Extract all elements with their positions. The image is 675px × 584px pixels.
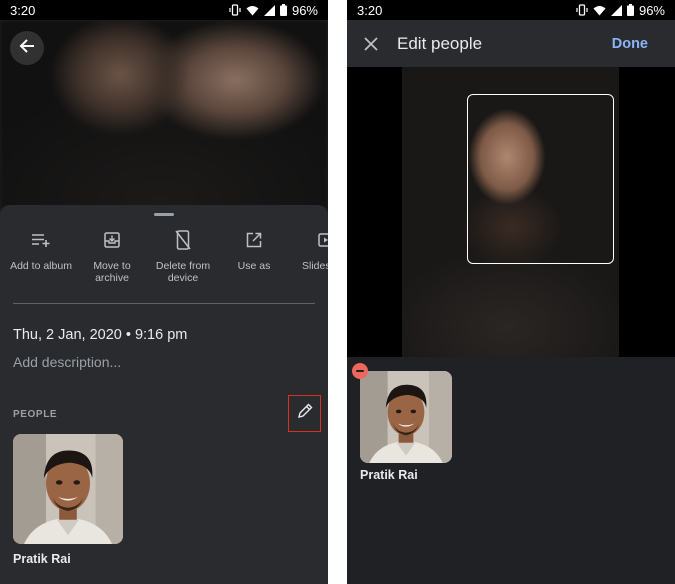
arrow-back-icon xyxy=(19,38,35,59)
status-time: 3:20 xyxy=(357,2,383,18)
playlist-add-icon xyxy=(5,227,77,253)
phone-delete-icon xyxy=(147,227,219,253)
action-label: Use as xyxy=(237,260,271,272)
person-name: Pratik Rai xyxy=(360,468,418,482)
face-detection-box[interactable] xyxy=(467,94,614,264)
status-bar: 3:20 96% xyxy=(0,0,328,20)
people-section-header: PEOPLE xyxy=(13,409,58,420)
open-external-icon xyxy=(218,227,290,253)
wifi-icon xyxy=(593,5,606,16)
app-bar: Edit people Done xyxy=(347,20,675,67)
signal-icon xyxy=(610,4,622,16)
action-label: Delete from device xyxy=(155,260,211,284)
remove-person-button[interactable] xyxy=(352,363,368,379)
person-name: Pratik Rai xyxy=(13,552,71,566)
add-to-album-button[interactable]: Add to album xyxy=(5,227,77,272)
action-label: Slides xyxy=(302,260,328,272)
person-face-thumbnail[interactable] xyxy=(13,434,123,544)
vibrate-icon xyxy=(229,4,241,16)
action-label: Add to album xyxy=(10,260,72,272)
wifi-icon xyxy=(246,5,259,16)
done-button[interactable]: Done xyxy=(612,36,648,52)
battery-percent: 96% xyxy=(291,2,318,18)
person-face-thumbnail[interactable] xyxy=(360,371,452,463)
page-title: Edit people xyxy=(397,34,483,53)
photo xyxy=(402,67,619,357)
photo-background xyxy=(0,20,328,210)
archive-icon xyxy=(76,227,148,253)
battery-percent: 96% xyxy=(638,2,665,18)
action-label: Move to archive xyxy=(93,260,131,284)
move-to-archive-button[interactable]: Move to archive xyxy=(76,227,148,284)
photo-info-screen: 3:20 96% Add to album Move to archive De… xyxy=(0,0,328,584)
status-time: 3:20 xyxy=(10,2,36,18)
signal-icon xyxy=(263,4,275,16)
edit-people-button[interactable] xyxy=(288,395,321,432)
vibrate-icon xyxy=(576,4,588,16)
photo-viewer xyxy=(347,67,675,357)
info-sheet: Add to album Move to archive Delete from… xyxy=(0,205,328,584)
pencil-icon xyxy=(297,403,313,424)
close-button[interactable] xyxy=(360,33,382,55)
slideshow-icon xyxy=(302,227,328,253)
battery-icon xyxy=(626,4,634,16)
back-button[interactable] xyxy=(10,31,44,65)
battery-icon xyxy=(279,4,287,16)
drag-handle[interactable] xyxy=(154,213,174,216)
action-row: Add to album Move to archive Delete from… xyxy=(0,227,328,297)
slideshow-button[interactable]: Slides xyxy=(289,227,328,272)
status-bar: 3:20 96% xyxy=(347,0,675,20)
photo-datetime[interactable]: Thu, 2 Jan, 2020 • 9:16 pm xyxy=(13,327,187,343)
edit-people-screen: 3:20 96% Edit people Done Pratik Rai xyxy=(347,0,675,584)
minus-icon xyxy=(356,370,364,372)
close-icon xyxy=(360,37,382,59)
divider xyxy=(13,303,315,304)
delete-from-device-button[interactable]: Delete from device xyxy=(147,227,219,284)
description-input[interactable]: Add description... xyxy=(13,354,121,370)
use-as-button[interactable]: Use as xyxy=(218,227,290,272)
